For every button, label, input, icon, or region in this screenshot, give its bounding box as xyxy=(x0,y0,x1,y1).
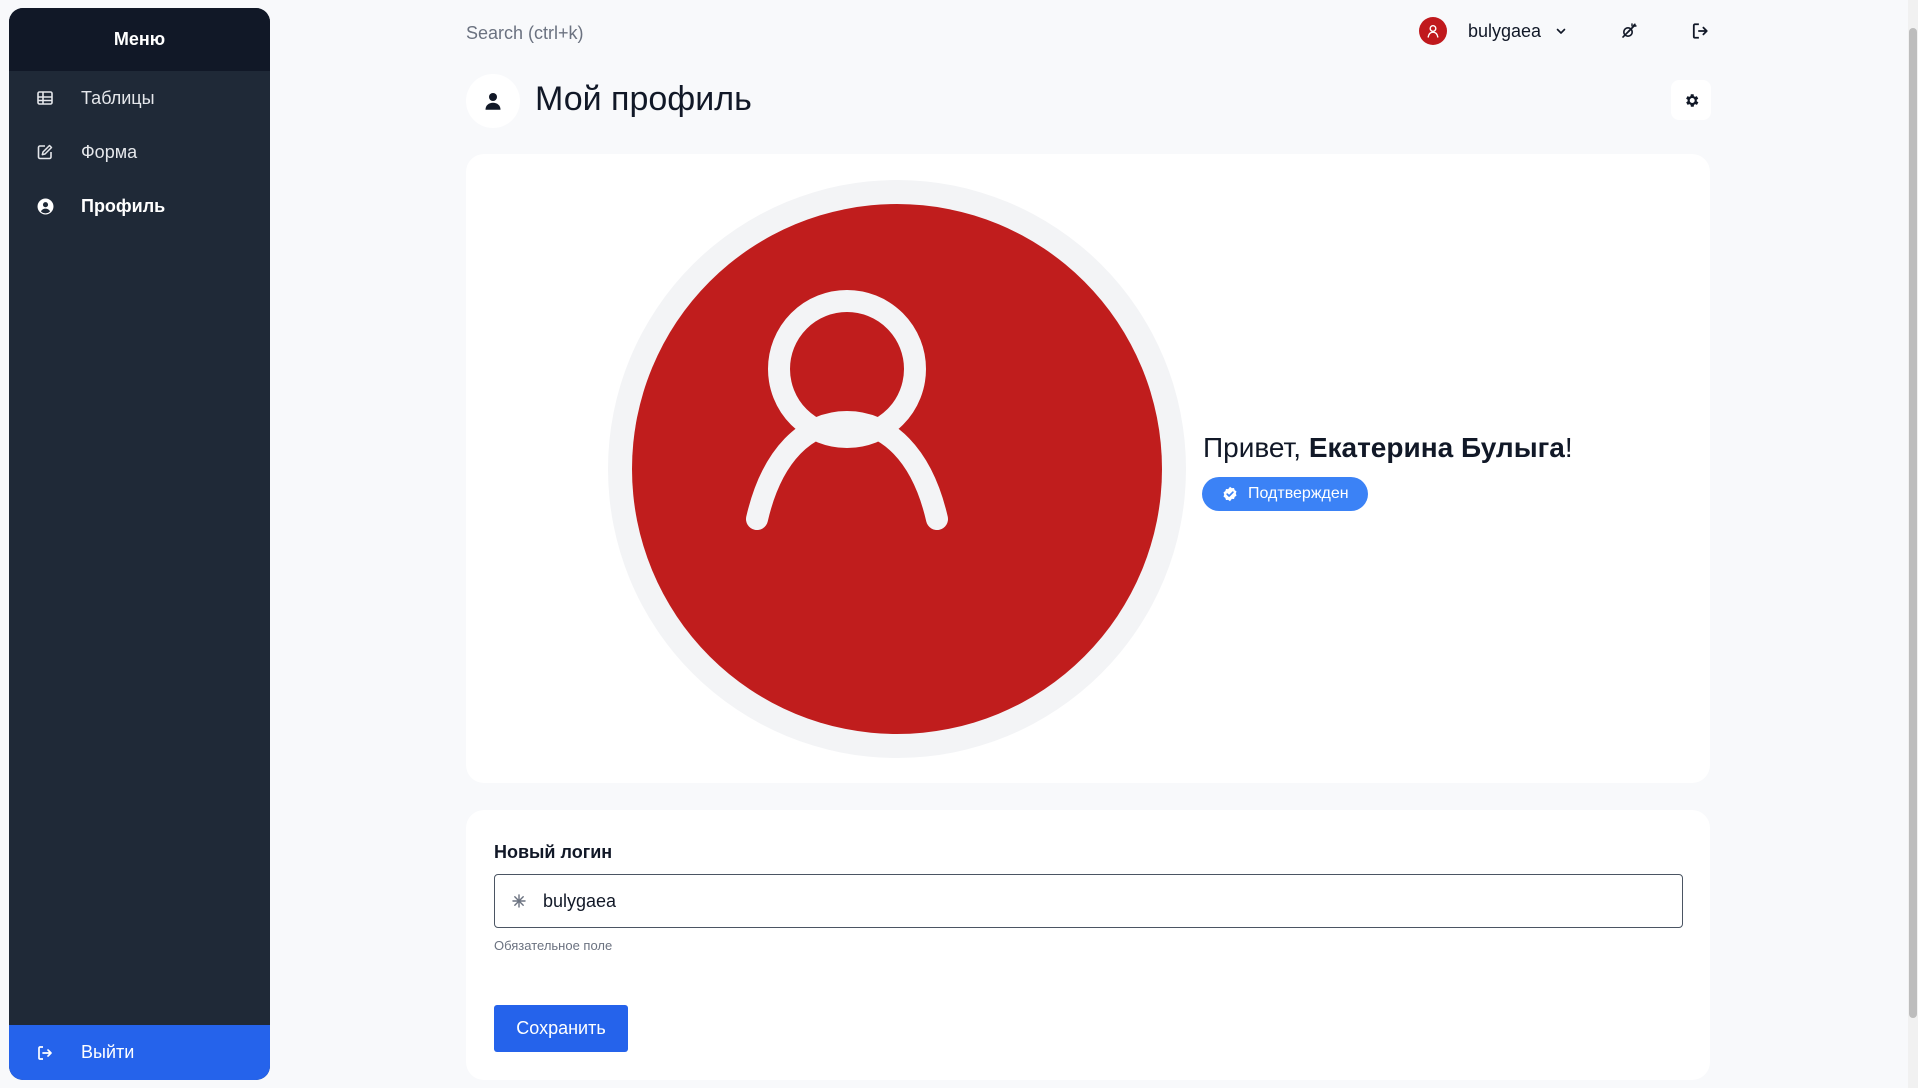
username: bulygaea xyxy=(1468,20,1542,41)
profile-title-icon xyxy=(466,74,520,128)
login-field[interactable] xyxy=(494,874,1683,928)
greeting-suffix: ! xyxy=(1564,432,1573,463)
search-input[interactable] xyxy=(466,20,766,46)
profile-avatar xyxy=(632,204,1162,734)
greeting-prefix: Привет, xyxy=(1203,432,1309,463)
asterisk-icon xyxy=(509,894,529,908)
sidebar-item-label: Профиль xyxy=(81,195,166,216)
scrollbar-thumb[interactable] xyxy=(1909,28,1917,1018)
edit-icon xyxy=(35,142,55,162)
badge-label: Подтвержден xyxy=(1248,485,1349,502)
table-icon xyxy=(35,88,55,108)
status-badge: Подтвержден xyxy=(1202,477,1368,511)
user-circle-icon xyxy=(35,196,55,216)
sidebar: Меню Таблицы Форма Профиль Выйти xyxy=(9,8,270,1080)
user-outline-icon xyxy=(746,290,948,530)
sidebar-item-label: Форма xyxy=(81,141,138,162)
profile-card: Привет, Екатерина Булыга! Подтвержден xyxy=(466,154,1710,783)
sidebar-item-tables[interactable]: Таблицы xyxy=(9,71,270,125)
login-input[interactable] xyxy=(543,890,1643,912)
chevron-down-icon xyxy=(1555,25,1567,37)
login-field-label: Новый логин xyxy=(494,842,613,862)
scrollbar[interactable] xyxy=(1908,0,1918,1088)
sidebar-item-form[interactable]: Форма xyxy=(9,125,270,179)
gear-icon xyxy=(1683,92,1700,109)
profile-avatar-ring xyxy=(608,180,1186,758)
sidebar-item-label: Таблицы xyxy=(81,87,155,108)
logout-button[interactable]: Выйти xyxy=(9,1025,270,1080)
profile-greeting: Привет, Екатерина Булыга! xyxy=(1203,432,1573,464)
sidebar-title: Меню xyxy=(9,8,270,71)
save-button[interactable]: Сохранить xyxy=(494,1005,628,1052)
theme-toggle-icon[interactable] xyxy=(1617,19,1641,43)
logout-icon[interactable] xyxy=(1688,19,1712,43)
sidebar-item-profile[interactable]: Профиль xyxy=(9,179,270,233)
logout-icon xyxy=(35,1043,55,1063)
logout-label: Выйти xyxy=(81,1042,135,1062)
page-title: Мой профиль xyxy=(535,80,752,118)
verified-check-icon xyxy=(1222,486,1238,502)
profile-full-name: Екатерина Булыга xyxy=(1308,432,1565,463)
login-form-card: Новый логин Обязательное поле Сохранить xyxy=(466,810,1710,1080)
avatar xyxy=(1419,17,1447,45)
user-menu[interactable]: bulygaea xyxy=(1419,14,1567,48)
settings-button[interactable] xyxy=(1671,80,1711,120)
login-field-hint: Обязательное поле xyxy=(494,938,613,953)
